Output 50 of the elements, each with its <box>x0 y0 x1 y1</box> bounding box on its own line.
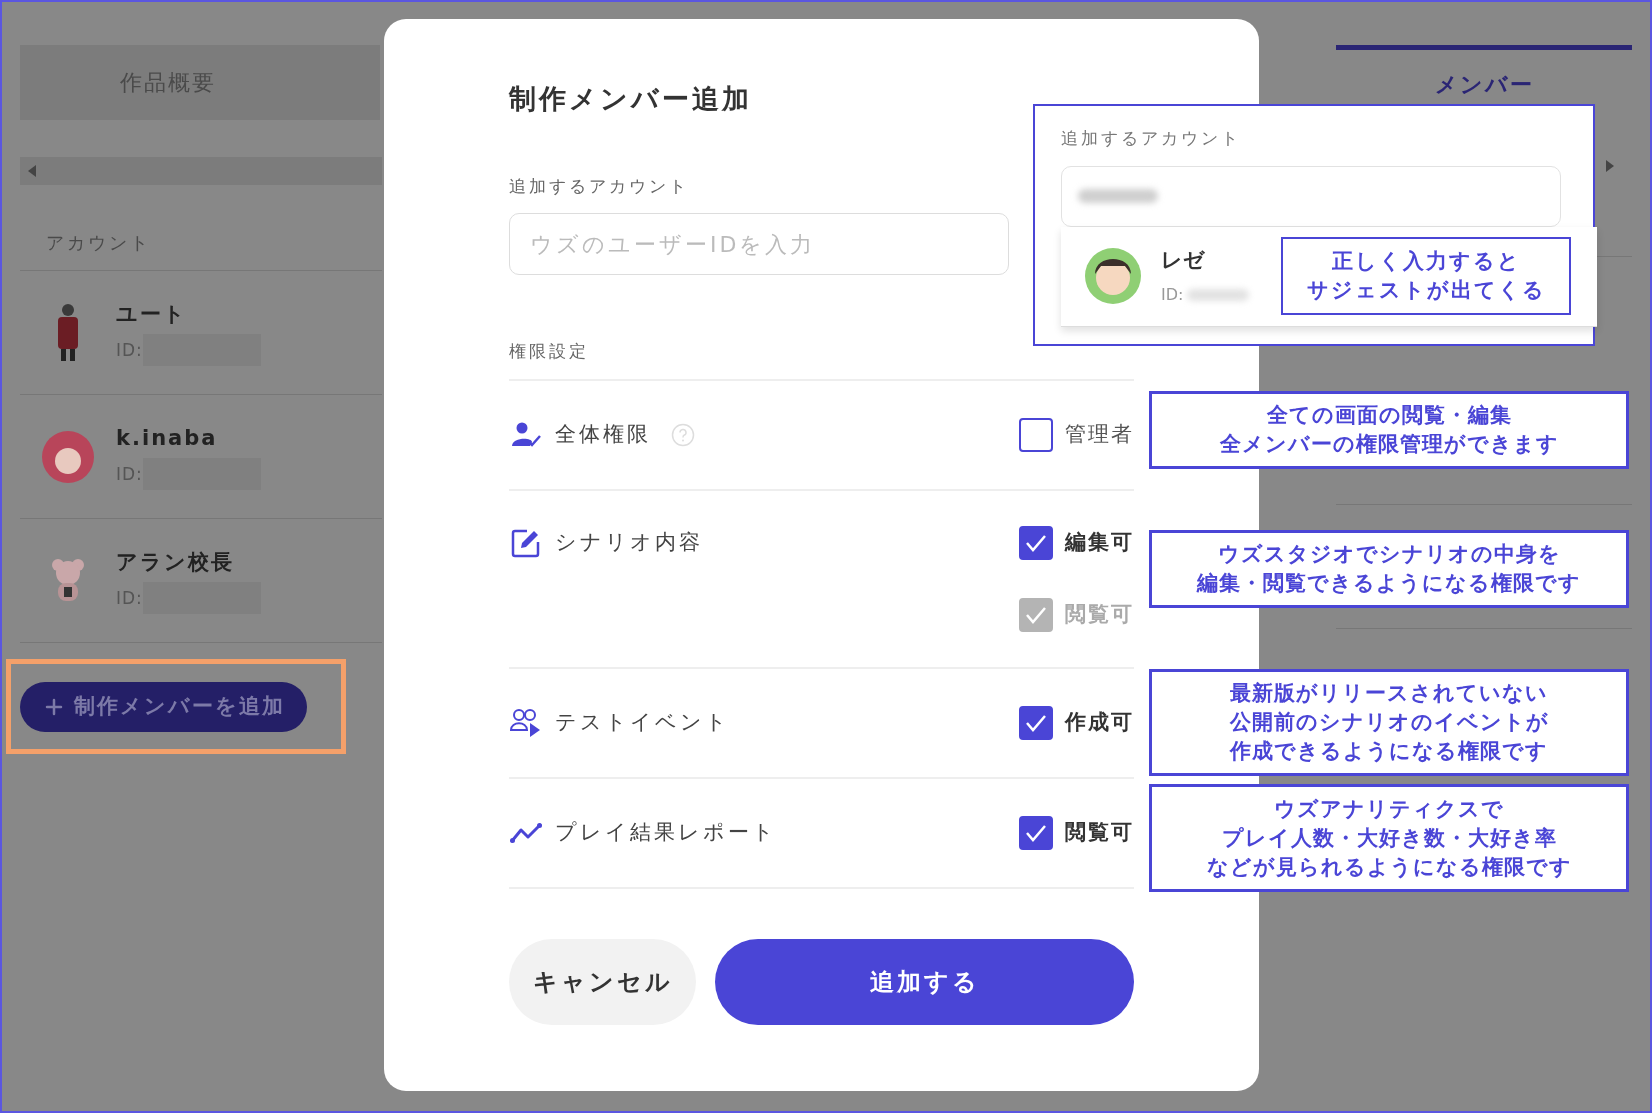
field-label: 追加するアカウント <box>1061 127 1242 150</box>
annotation-text: 全ての画面の閲覧・編集 <box>1266 402 1512 429</box>
member-name: ユート <box>116 300 188 328</box>
annotation-text: 全メンバーの権限管理ができます <box>1219 431 1559 458</box>
modal-title: 制作メンバー追加 <box>509 82 753 116</box>
checkbox[interactable] <box>1019 417 1053 452</box>
trend-line-icon <box>510 821 542 844</box>
annotation-text: プレイ人数・大好き数・大好き率 <box>1221 824 1557 852</box>
annotation-text: 最新版がリリースされていない <box>1230 680 1548 707</box>
option-label: 編集可 <box>1065 528 1134 556</box>
user-check-icon <box>511 421 541 448</box>
annotation-text: などが見られるようになる権限です <box>1206 853 1572 881</box>
annotation-text: ウズアナリティクスで <box>1274 795 1504 823</box>
member-name: アラン校長 <box>116 548 235 576</box>
cancel-button[interactable]: キャンセル <box>509 938 696 1025</box>
annotation-text: サジェストが出てくる <box>1306 277 1546 304</box>
scroll-right-icon[interactable] <box>1606 160 1614 172</box>
annotation-text: ウズスタジオでシナリオの中身を <box>1217 541 1561 568</box>
user-id-field[interactable] <box>1061 165 1561 227</box>
users-play-icon <box>510 707 542 738</box>
option-label: 管理者 <box>1065 420 1134 448</box>
column-header: アカウント <box>45 231 152 255</box>
annotation-text: 作成できるようになる権限です <box>1230 738 1548 765</box>
checkbox[interactable] <box>1019 815 1053 850</box>
permission-label: プレイ結果レポート <box>555 818 777 846</box>
section-label: 権限設定 <box>509 340 590 363</box>
blurred-id <box>1187 288 1250 301</box>
checkbox[interactable] <box>1019 705 1053 740</box>
annotation-text: 正しく入力すると <box>1331 248 1521 275</box>
option-label: 閲覧可 <box>1065 600 1134 628</box>
suggestion-name: レゼ <box>1161 247 1206 275</box>
option-label: 閲覧可 <box>1065 818 1134 846</box>
member-name: k.inaba <box>116 424 219 452</box>
avatar <box>42 430 94 483</box>
add-member-button[interactable]: 制作メンバーを追加 <box>20 681 307 732</box>
suggestion-item[interactable]: レゼ ID: 正しく入力すると サジェストが出てくる <box>1061 226 1597 327</box>
submit-button[interactable]: 追加する <box>715 938 1134 1025</box>
annotation-text: 編集・閲覧できるようになる権限です <box>1197 570 1581 597</box>
scroll-left-icon[interactable] <box>28 165 36 177</box>
permission-label: テストイベント <box>555 708 730 736</box>
option-label: 作成可 <box>1065 708 1134 736</box>
field-label: 追加するアカウント <box>509 174 690 198</box>
edit-icon <box>511 527 541 558</box>
avatar <box>1085 248 1141 304</box>
checkbox[interactable] <box>1019 525 1053 560</box>
user-id-field[interactable]: ウズのユーザーIDを入力 <box>509 213 1009 275</box>
id-label: ID: <box>1161 283 1184 306</box>
permission-label: 全体権限 <box>555 420 651 448</box>
permission-label: シナリオ内容 <box>555 528 703 556</box>
annotation-text: 公開前のシナリオのイベントが <box>1229 709 1549 736</box>
